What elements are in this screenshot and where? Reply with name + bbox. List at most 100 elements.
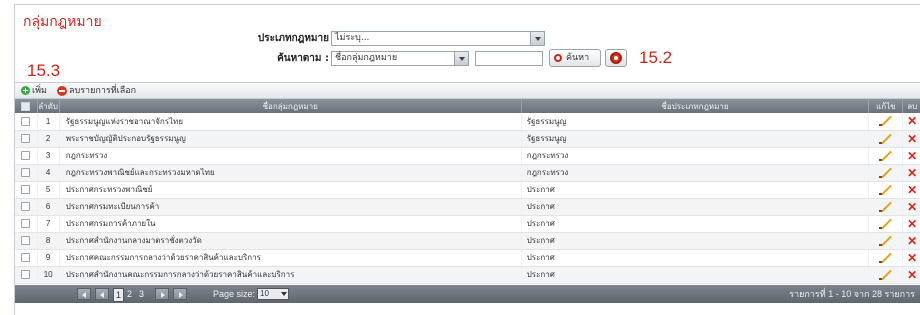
search-field-select[interactable]: ชื่อกลุ่มกฎหมาย [331,51,469,66]
table-row[interactable]: 1 รัฐธรรมนูญแห่งราชอาณาจักรไทย รัฐธรรมนูญ ✕ [15,113,920,131]
delete-button[interactable]: ✕ [902,232,920,250]
delete-button[interactable]: ✕ [902,198,920,216]
table-row[interactable]: 7 ประกาศกรมการค้าภายใน ประกาศ ✕ [15,215,920,233]
edit-button[interactable] [868,232,904,250]
column-header-no[interactable]: ลำดับ [37,99,60,113]
row-checkbox-cell[interactable] [15,164,38,182]
delete-button[interactable]: ✕ [902,249,920,267]
close-icon[interactable]: ✕ [907,252,917,264]
close-icon[interactable]: ✕ [907,201,917,213]
close-icon[interactable]: ✕ [907,150,917,162]
pencil-icon[interactable] [878,269,893,281]
row-checkbox[interactable] [21,253,31,263]
law-type-name: ประกาศ [521,266,870,284]
page-link-1[interactable]: 1 [113,288,125,302]
edit-button[interactable] [868,198,904,216]
pencil-icon[interactable] [878,150,893,162]
table-row[interactable]: 9 ประกาศคณะกรรมการกลางว่าด้วยราคาสินค้าแล… [15,249,920,267]
edit-button[interactable] [868,130,904,148]
row-checkbox[interactable] [21,270,31,280]
edit-button[interactable] [868,181,904,199]
add-button[interactable]: เพิ่ม [21,83,47,98]
chevron-down-icon[interactable] [454,52,468,65]
prev-page-button[interactable] [95,288,109,300]
delete-button[interactable]: ✕ [902,147,920,165]
row-checkbox-cell[interactable] [15,113,38,131]
table-row[interactable]: 3 กฎกระทรวง กฎกระทรวง ✕ [15,147,920,165]
row-checkbox-cell[interactable] [15,266,38,284]
row-checkbox[interactable] [21,236,31,246]
first-page-button[interactable] [77,288,91,300]
table-row[interactable]: 2 พระราชบัญญัติประกอบรัฐธรรมนูญ รัฐธรรมนูญ… [15,130,920,148]
advanced-search-button[interactable] [605,49,627,67]
last-page-button[interactable] [173,288,187,300]
delete-button[interactable]: ✕ [902,164,920,182]
pencil-icon[interactable] [878,201,893,213]
edit-button[interactable] [868,249,904,267]
row-checkbox-cell[interactable] [15,215,38,233]
row-checkbox[interactable] [21,116,31,126]
table-row[interactable]: 8 ประกาศสำนักงานกลางมาตราชั่งตวงวัด ประกาศ… [15,232,920,250]
pencil-icon[interactable] [878,184,893,196]
row-checkbox-cell[interactable] [15,232,38,250]
table-row[interactable]: 4 กฎกระทรวงพาณิชย์และกระทรวงมหาดไทย กฎกระท… [15,164,920,182]
chevron-down-icon[interactable] [281,292,287,296]
table-row[interactable]: 10 ประกาศสำนักงานคณะกรรมการกลางว่าด้วยราค… [15,266,920,284]
row-checkbox-cell[interactable] [15,249,38,267]
row-checkbox[interactable] [21,134,31,144]
edit-button[interactable] [868,164,904,182]
select-all-header[interactable] [15,99,38,113]
row-number: 6 [37,198,60,216]
law-type-name: กฎกระทรวง [521,147,870,165]
table-row[interactable]: 5 ประกาศกระทรวงพาณิชย์ ประกาศ ✕ [15,181,920,199]
close-icon[interactable]: ✕ [907,235,917,247]
pencil-icon[interactable] [878,218,893,230]
page-size-select[interactable]: 10 [257,288,289,300]
edit-button[interactable] [868,147,904,165]
chevron-down-icon[interactable] [530,32,544,45]
delete-button[interactable]: ✕ [902,113,920,131]
row-checkbox-cell[interactable] [15,181,38,199]
edit-button[interactable] [868,266,904,284]
page-link-2[interactable]: 2 [127,288,132,300]
row-checkbox[interactable] [21,151,31,161]
row-checkbox[interactable] [21,185,31,195]
row-checkbox-cell[interactable] [15,130,38,148]
close-icon[interactable]: ✕ [907,167,917,179]
pencil-icon[interactable] [878,252,893,264]
row-checkbox-cell[interactable] [15,198,38,216]
search-button[interactable]: ค้นหา [549,49,601,67]
close-icon[interactable]: ✕ [907,218,917,230]
close-icon[interactable]: ✕ [907,269,917,281]
delete-button[interactable]: ✕ [902,215,920,233]
law-group-name: ประกาศสำนักงานกลางมาตราชั่งตวงวัด [59,232,522,250]
delete-button[interactable]: ✕ [902,266,920,284]
pencil-icon[interactable] [878,115,893,127]
next-page-button[interactable] [155,288,169,300]
row-checkbox[interactable] [21,219,31,229]
close-icon[interactable]: ✕ [907,115,917,127]
close-icon[interactable]: ✕ [907,133,917,145]
column-header-name[interactable]: ชื่อกลุ่มกฎหมาย [59,99,522,113]
pencil-icon[interactable] [878,133,893,145]
row-checkbox[interactable] [21,168,31,178]
select-all-checkbox[interactable] [21,101,31,111]
table-row[interactable]: 6 ประกาศกรมทะเบียนการค้า ประกาศ ✕ [15,198,920,216]
pencil-icon[interactable] [878,167,893,179]
edit-button[interactable] [868,215,904,233]
pencil-icon[interactable] [878,235,893,247]
row-checkbox[interactable] [21,202,31,212]
row-number: 2 [37,130,60,148]
first-page-icon [82,292,86,298]
search-icon [554,54,562,62]
delete-button[interactable]: ✕ [902,181,920,199]
delete-selected-button[interactable]: ลบรายการที่เลือก [57,83,136,98]
row-checkbox-cell[interactable] [15,147,38,165]
edit-button[interactable] [868,113,904,131]
delete-button[interactable]: ✕ [902,130,920,148]
page-link-3[interactable]: 3 [139,288,144,300]
column-header-type[interactable]: ชื่อประเภทกฎหมาย [521,99,870,113]
search-input[interactable] [475,51,543,66]
close-icon[interactable]: ✕ [907,184,917,196]
law-type-select[interactable]: ไม่ระบุ... [331,31,545,46]
